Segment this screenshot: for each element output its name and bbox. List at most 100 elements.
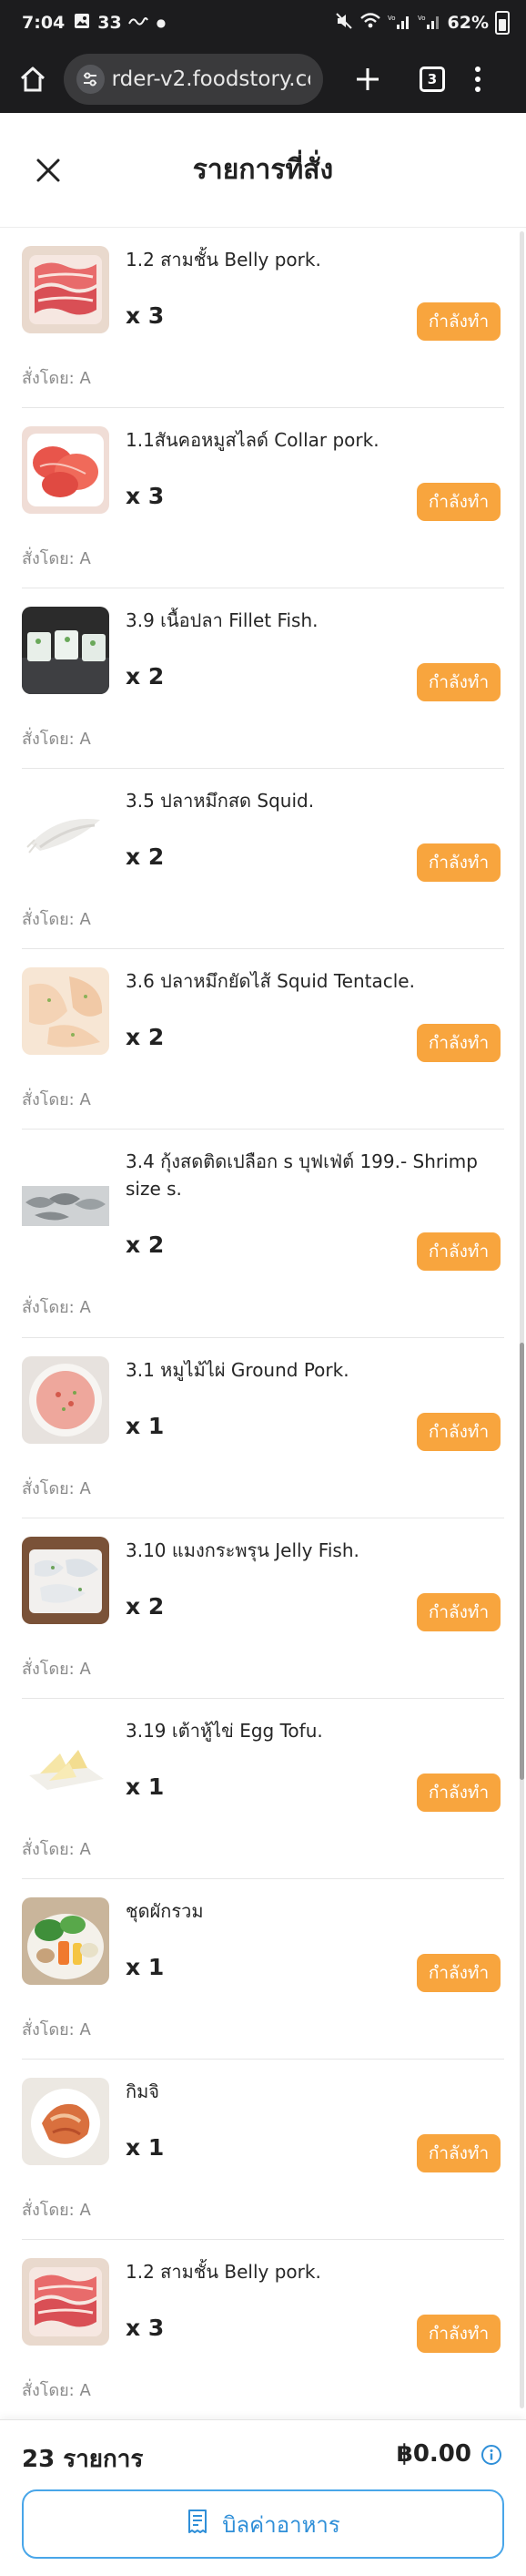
dot-icon: ● — [156, 16, 167, 29]
ordered-by-label: สั่งโดย: A — [22, 1479, 91, 1498]
list-item: 1.2 สามชั้น Belly pork. x 3 กำลังทำ สั่ง… — [0, 2240, 526, 2419]
gallery-icon — [74, 13, 90, 33]
list-item: 3.1 หมูไม้ไผ่ Ground Pork. x 1 กำลังทำ ส… — [0, 1338, 526, 1518]
item-quantity: x 2 — [126, 1024, 165, 1050]
status-badge[interactable]: กำลังทำ — [417, 1232, 501, 1271]
ordered-by-label: สั่งโดย: A — [22, 1840, 91, 1859]
item-name: 1.1สันคอหมูสไลด์ Collar pork. — [126, 429, 379, 451]
tab-switcher-button[interactable]: 3 — [420, 66, 445, 92]
status-badge[interactable]: กำลังทำ — [417, 843, 501, 882]
collar-pork-image — [22, 426, 109, 514]
ordered-by-label: สั่งโดย: A — [22, 1090, 91, 1109]
list-item: 3.10 แมงกระพรุน Jelly Fish. x 2 กำลังทำ … — [0, 1518, 526, 1699]
item-name: 3.10 แมงกระพรุน Jelly Fish. — [126, 1539, 359, 1561]
item-name: 3.19 เต้าหู้ไข่ Egg Tofu. — [126, 1720, 323, 1742]
list-item: ชุดผักรวม x 1 กำลังทำ สั่งโดย: A — [0, 1879, 526, 2060]
status-badge[interactable]: กำลังทำ — [417, 1774, 501, 1812]
ground-pork-image — [22, 1356, 109, 1444]
item-quantity: x 1 — [126, 2134, 165, 2161]
squid-image — [22, 787, 109, 874]
ordered-by-label: สั่งโดย: A — [22, 730, 91, 749]
list-item: 3.9 เนื้อปลา Fillet Fish. x 2 กำลังทำ สั… — [0, 588, 526, 769]
ordered-by-label: สั่งโดย: A — [22, 1298, 91, 1317]
item-quantity: x 1 — [126, 1954, 165, 1980]
item-name: ชุดผักรวม — [126, 1900, 204, 1922]
browser-toolbar: rder-v2.foodstory.co 3 — [0, 46, 526, 113]
jelly-fish-image — [22, 1537, 109, 1624]
status-badge[interactable]: กำลังทำ — [417, 1024, 501, 1062]
item-name: 3.5 ปลาหมึกสด Squid. — [126, 790, 315, 812]
ordered-by-label: สั่งโดย: A — [22, 910, 91, 929]
item-quantity: x 3 — [126, 302, 165, 329]
item-name: 1.2 สามชั้น Belly pork. — [126, 249, 321, 271]
list-item: 1.1สันคอหมูสไลด์ Collar pork. x 3 กำลังท… — [0, 408, 526, 588]
list-item: 3.4 กุ้งสดติดเปลือก s บุฟเฟ่ต์ 199.- Shr… — [0, 1130, 526, 1338]
signal-2-icon: Vo — [418, 12, 441, 34]
ordered-by-label: สั่งโดย: A — [22, 2201, 91, 2220]
item-name: กิมจิ — [126, 2080, 160, 2102]
order-list[interactable]: 1.2 สามชั้น Belly pork. x 3 กำลังทำ สั่ง… — [0, 228, 526, 2419]
address-bar[interactable]: rder-v2.foodstory.co — [64, 54, 323, 105]
bill-button[interactable]: บิลค่าอาหาร — [22, 2489, 504, 2559]
list-item: กิมจิ x 1 กำลังทำ สั่งโดย: A — [0, 2060, 526, 2240]
item-quantity: x 2 — [126, 663, 165, 690]
item-quantity: x 2 — [126, 1232, 165, 1258]
item-name: 3.9 เนื้อปลา Fillet Fish. — [126, 609, 319, 631]
shrimp-image — [22, 1160, 109, 1248]
battery-percent: 62% — [447, 13, 489, 33]
pork-slices-image — [22, 2258, 109, 2346]
item-count: 23 รายการ — [22, 2446, 144, 2473]
mute-icon — [335, 12, 353, 34]
item-quantity: x 2 — [126, 843, 165, 870]
status-badge[interactable]: กำลังทำ — [417, 483, 501, 521]
url-text[interactable]: rder-v2.foodstory.co — [112, 67, 310, 91]
item-quantity: x 2 — [126, 1593, 165, 1620]
status-badge[interactable]: กำลังทำ — [417, 2134, 501, 2172]
status-bar: 7:04 33 ● Vo Vo 62% — [0, 0, 526, 46]
item-name: 3.4 กุ้งสดติดเปลือก s บุฟเฟ่ต์ 199.- Shr… — [126, 1150, 478, 1200]
list-item: 3.6 ปลาหมึกยัดไส้ Squid Tentacle. x 2 กำ… — [0, 949, 526, 1130]
home-button[interactable] — [13, 59, 53, 99]
site-settings-icon[interactable] — [76, 65, 105, 94]
info-icon[interactable] — [480, 2444, 502, 2466]
item-quantity: x 1 — [126, 1774, 165, 1800]
status-badge[interactable]: กำลังทำ — [417, 2315, 501, 2353]
egg-tofu-image — [22, 1717, 109, 1804]
new-tab-button[interactable] — [345, 56, 390, 102]
status-badge[interactable]: กำลังทำ — [417, 302, 501, 341]
page-title: รายการที่สั่ง — [192, 154, 334, 186]
item-quantity: x 3 — [126, 483, 165, 509]
ordered-by-label: สั่งโดย: A — [22, 2381, 91, 2400]
scrollbar-thumb[interactable] — [520, 1343, 524, 1780]
home-icon — [20, 66, 46, 92]
svg-text:Vo: Vo — [418, 15, 426, 22]
plus-icon — [357, 68, 379, 90]
vegetable-set-image — [22, 1897, 109, 1985]
status-badge[interactable]: กำลังทำ — [417, 1954, 501, 1992]
ordered-by-label: สั่งโดย: A — [22, 549, 91, 568]
item-quantity: x 1 — [126, 1413, 165, 1439]
ordered-by-label: สั่งโดย: A — [22, 1660, 91, 1679]
line-app-icon — [127, 15, 149, 31]
wifi-icon — [359, 12, 381, 34]
app-header: รายการที่สั่ง — [0, 113, 526, 228]
more-menu-icon[interactable] — [472, 66, 483, 92]
item-quantity: x 3 — [126, 2315, 165, 2341]
list-item: 1.2 สามชั้น Belly pork. x 3 กำลังทำ สั่ง… — [0, 228, 526, 408]
order-footer: 23 รายการ ฿0.00 บิลค่าอาหาร — [0, 2419, 526, 2576]
status-badge[interactable]: กำลังทำ — [417, 1413, 501, 1451]
item-name: 1.2 สามชั้น Belly pork. — [126, 2261, 321, 2283]
pork-slices-image — [22, 246, 109, 333]
ordered-by-label: สั่งโดย: A — [22, 2020, 91, 2039]
fish-fillet-image — [22, 607, 109, 694]
bill-button-label: บิลค่าอาหาร — [222, 2511, 340, 2538]
status-time: 7:04 — [22, 13, 66, 33]
status-badge[interactable]: กำลังทำ — [417, 1593, 501, 1631]
ordered-by-label: สั่งโดย: A — [22, 369, 91, 388]
list-item: 3.19 เต้าหู้ไข่ Egg Tofu. x 1 กำลังทำ สั… — [0, 1699, 526, 1879]
close-icon[interactable] — [35, 157, 62, 184]
scrollbar[interactable] — [520, 231, 524, 2408]
browser-chrome: 7:04 33 ● Vo Vo 62% rder-v2.foodstory.co… — [0, 0, 526, 113]
notification-count: 33 — [97, 13, 122, 33]
status-badge[interactable]: กำลังทำ — [417, 663, 501, 701]
